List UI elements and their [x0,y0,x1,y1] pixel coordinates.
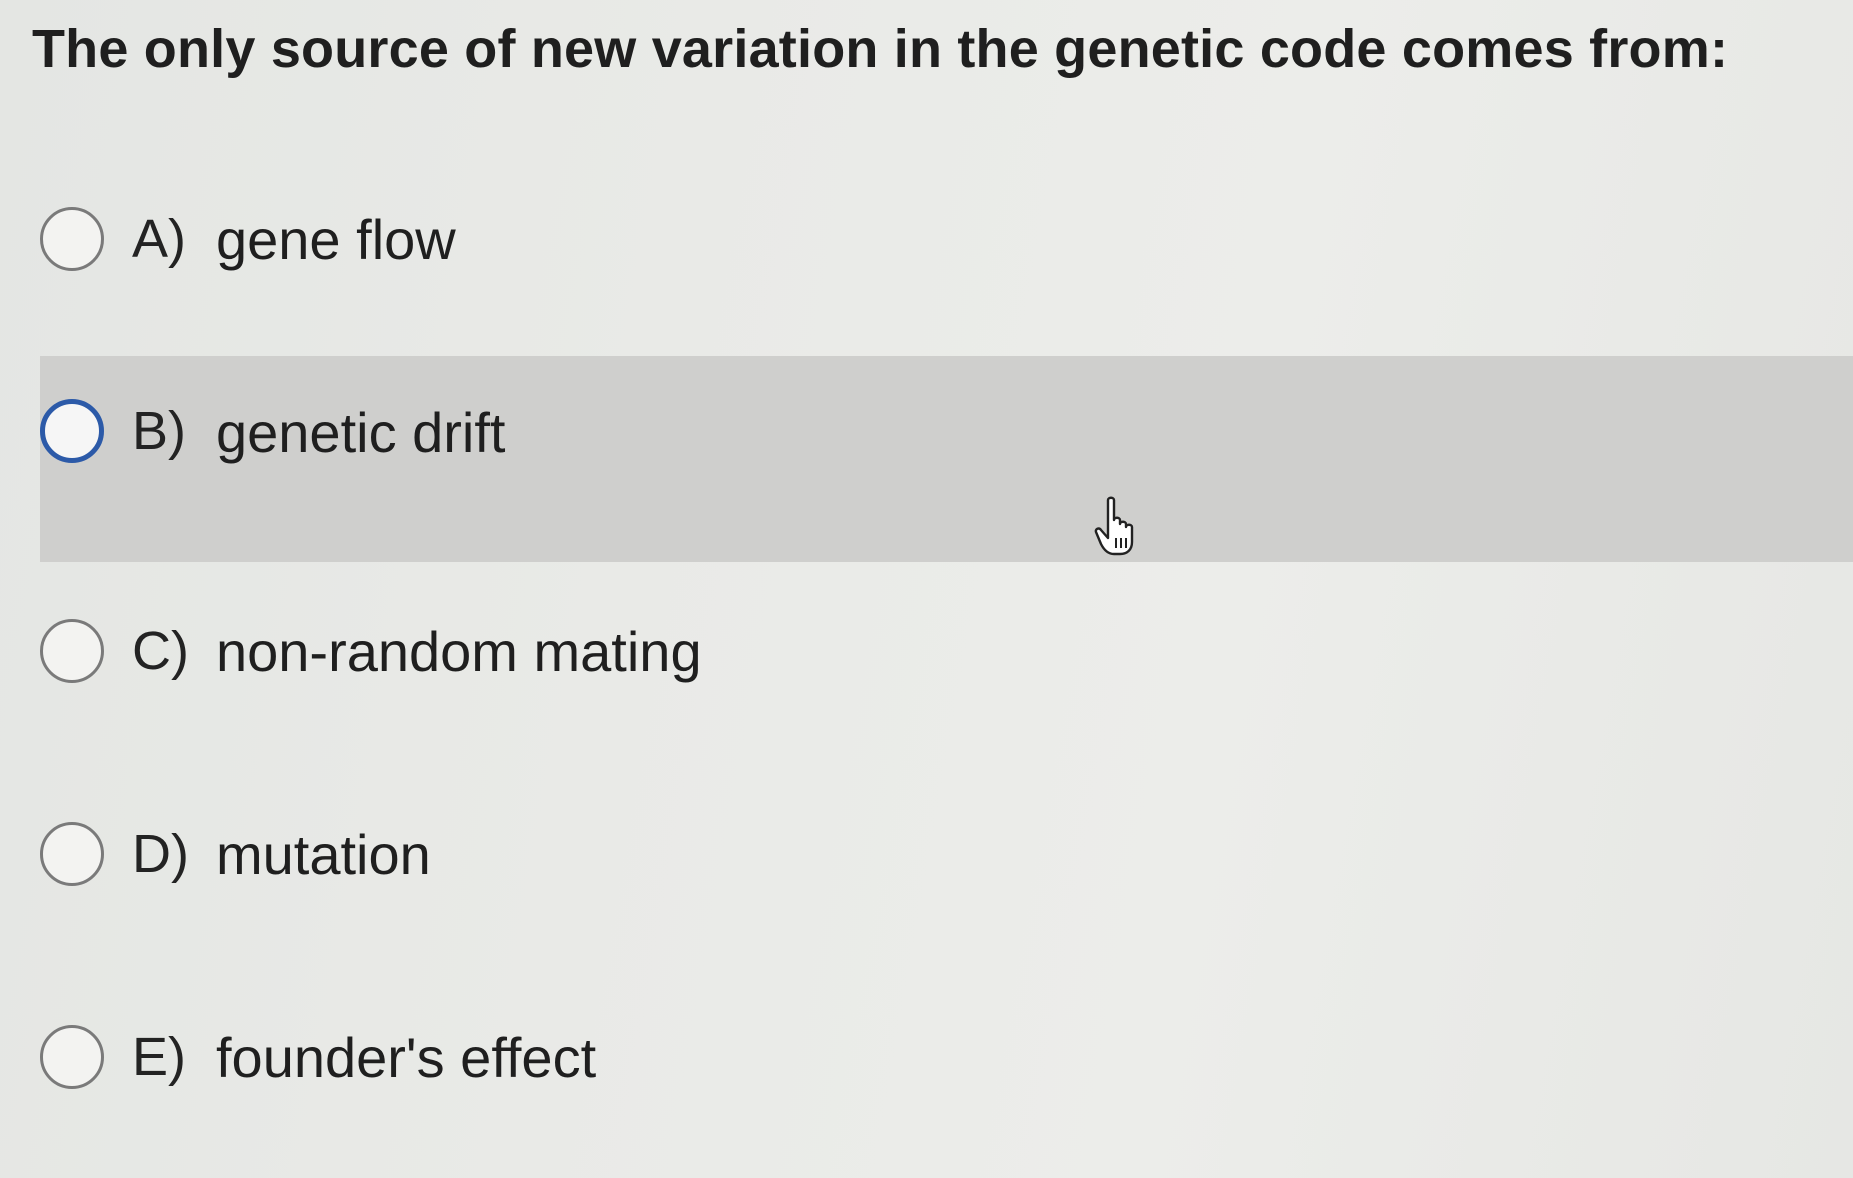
radio-button-e[interactable] [40,1025,104,1089]
option-d-label: mutation [216,822,431,886]
option-a-letter: A) [132,209,186,269]
option-c-label: non-random mating [216,619,702,683]
option-b-label: genetic drift [216,401,506,464]
option-c-letter: C) [132,621,189,681]
option-c[interactable]: C) non-random mating [40,548,1853,754]
option-e-label: founder's effect [216,1025,597,1089]
option-d[interactable]: D) mutation [40,751,1853,957]
radio-button-b[interactable] [40,399,104,463]
option-b[interactable]: B) genetic drift [40,356,1853,562]
radio-button-d[interactable] [40,822,104,886]
option-e-letter: E) [132,1027,186,1087]
option-e[interactable]: E) founder's effect [40,954,1853,1160]
option-a[interactable]: A) gene flow [40,136,1853,342]
radio-button-c[interactable] [40,619,104,683]
option-d-letter: D) [132,824,189,884]
option-a-label: gene flow [216,207,456,271]
radio-button-a[interactable] [40,207,104,271]
option-b-letter: B) [132,401,186,461]
answer-options: A) gene flow B) genetic drift C) non-ran… [0,0,1853,1178]
hand-pointer-icon [1094,496,1134,556]
